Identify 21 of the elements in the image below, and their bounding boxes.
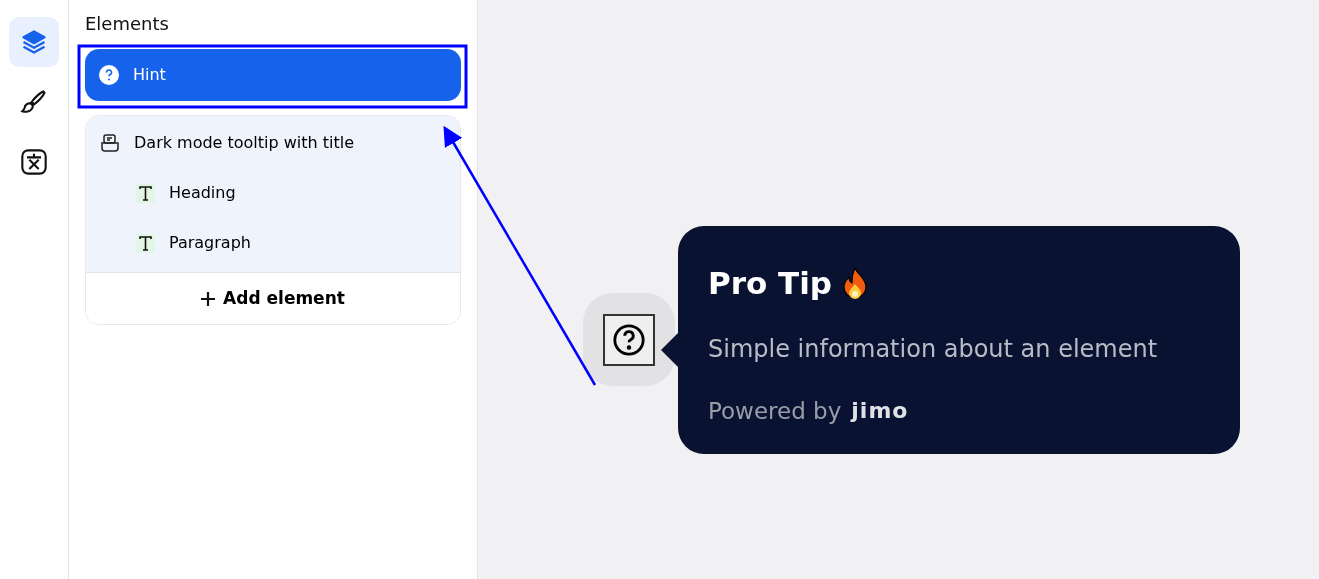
tooltip-text: Simple information about an element: [708, 333, 1159, 365]
element-item[interactable]: Paragraph: [86, 218, 460, 268]
brush-icon: [20, 88, 48, 116]
layers-icon: [20, 28, 48, 56]
text-type-icon: [136, 233, 155, 253]
plus-icon: [201, 291, 216, 306]
tooltip-icon: [100, 133, 120, 153]
tooltip-title: Pro Tip: [708, 264, 833, 303]
hint-beacon[interactable]: [583, 293, 675, 386]
add-element-button[interactable]: Add element: [86, 272, 460, 324]
powered-by-text: Powered by: [708, 396, 842, 426]
brand-logo: jimo: [851, 397, 909, 426]
fire-icon: [842, 267, 869, 300]
help-icon: [603, 313, 655, 366]
element-item[interactable]: Hint: [85, 49, 461, 101]
translate-icon: [20, 148, 48, 176]
panel-title: Elements: [85, 12, 170, 36]
element-item[interactable]: Dark mode tooltip with title: [86, 118, 460, 168]
element-item[interactable]: Heading: [86, 168, 460, 218]
text-type-icon: [136, 183, 155, 203]
help-icon: [99, 65, 119, 85]
